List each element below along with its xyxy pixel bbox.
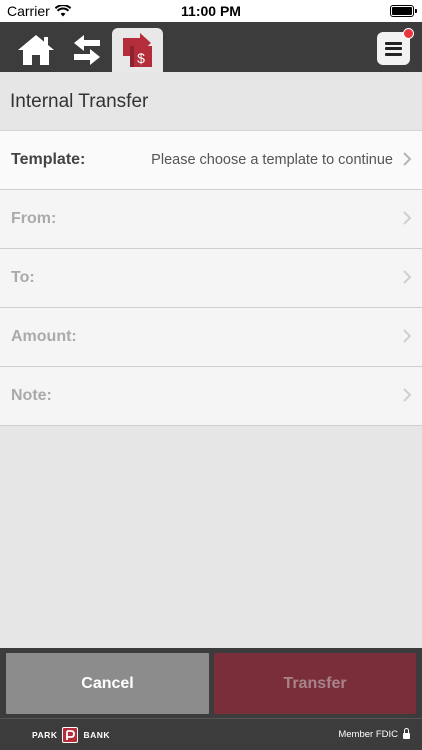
to-label: To: bbox=[11, 269, 35, 286]
internal-transfer-icon: $ bbox=[122, 33, 152, 67]
note-row[interactable]: Note: bbox=[0, 367, 422, 426]
park-bank-logo: PARK BANK bbox=[32, 727, 110, 743]
note-label: Note: bbox=[11, 387, 52, 404]
notification-badge bbox=[403, 28, 414, 39]
from-label: From: bbox=[11, 210, 57, 227]
chevron-right-icon bbox=[403, 152, 412, 166]
menu-button[interactable] bbox=[377, 28, 414, 65]
to-row[interactable]: To: bbox=[0, 249, 422, 308]
logo-text-left: PARK bbox=[32, 730, 58, 740]
chevron-right-icon bbox=[403, 211, 412, 225]
clock: 11:00 PM bbox=[181, 3, 241, 19]
menu-icon bbox=[385, 41, 402, 56]
member-fdic-label: Member FDIC bbox=[338, 729, 398, 740]
amount-label: Amount: bbox=[11, 328, 77, 345]
page-header: Internal Transfer bbox=[0, 72, 422, 131]
footer: PARK BANK Member FDIC bbox=[0, 718, 422, 750]
internal-transfer-nav-button[interactable]: $ bbox=[112, 28, 163, 72]
chevron-right-icon bbox=[403, 270, 412, 284]
chevron-right-icon bbox=[403, 388, 412, 402]
home-icon bbox=[18, 35, 54, 65]
chevron-right-icon bbox=[403, 329, 412, 343]
park-bank-mark-icon bbox=[62, 727, 79, 743]
home-nav-button[interactable] bbox=[11, 28, 61, 72]
transfer-arrows-icon bbox=[74, 35, 100, 65]
transfer-form: Template: Please choose a template to co… bbox=[0, 131, 422, 426]
cancel-button[interactable]: Cancel bbox=[6, 653, 209, 714]
template-label: Template: bbox=[11, 151, 86, 168]
transfers-nav-button[interactable] bbox=[62, 28, 112, 72]
action-bar: Cancel Transfer bbox=[0, 648, 422, 718]
from-row[interactable]: From: bbox=[0, 190, 422, 249]
transfer-button[interactable]: Transfer bbox=[214, 653, 416, 714]
logo-text-right: BANK bbox=[83, 730, 111, 740]
template-row[interactable]: Template: Please choose a template to co… bbox=[0, 131, 422, 190]
svg-text:$: $ bbox=[137, 50, 145, 66]
top-navigation-bar: $ bbox=[0, 22, 422, 72]
status-bar: Carrier 11:00 PM bbox=[0, 0, 422, 22]
amount-row[interactable]: Amount: bbox=[0, 308, 422, 367]
lock-icon bbox=[403, 727, 410, 739]
template-value: Please choose a template to continue bbox=[151, 152, 393, 168]
member-fdic: Member FDIC bbox=[338, 727, 410, 740]
battery-icon bbox=[390, 5, 417, 17]
page-title: Internal Transfer bbox=[10, 91, 149, 112]
